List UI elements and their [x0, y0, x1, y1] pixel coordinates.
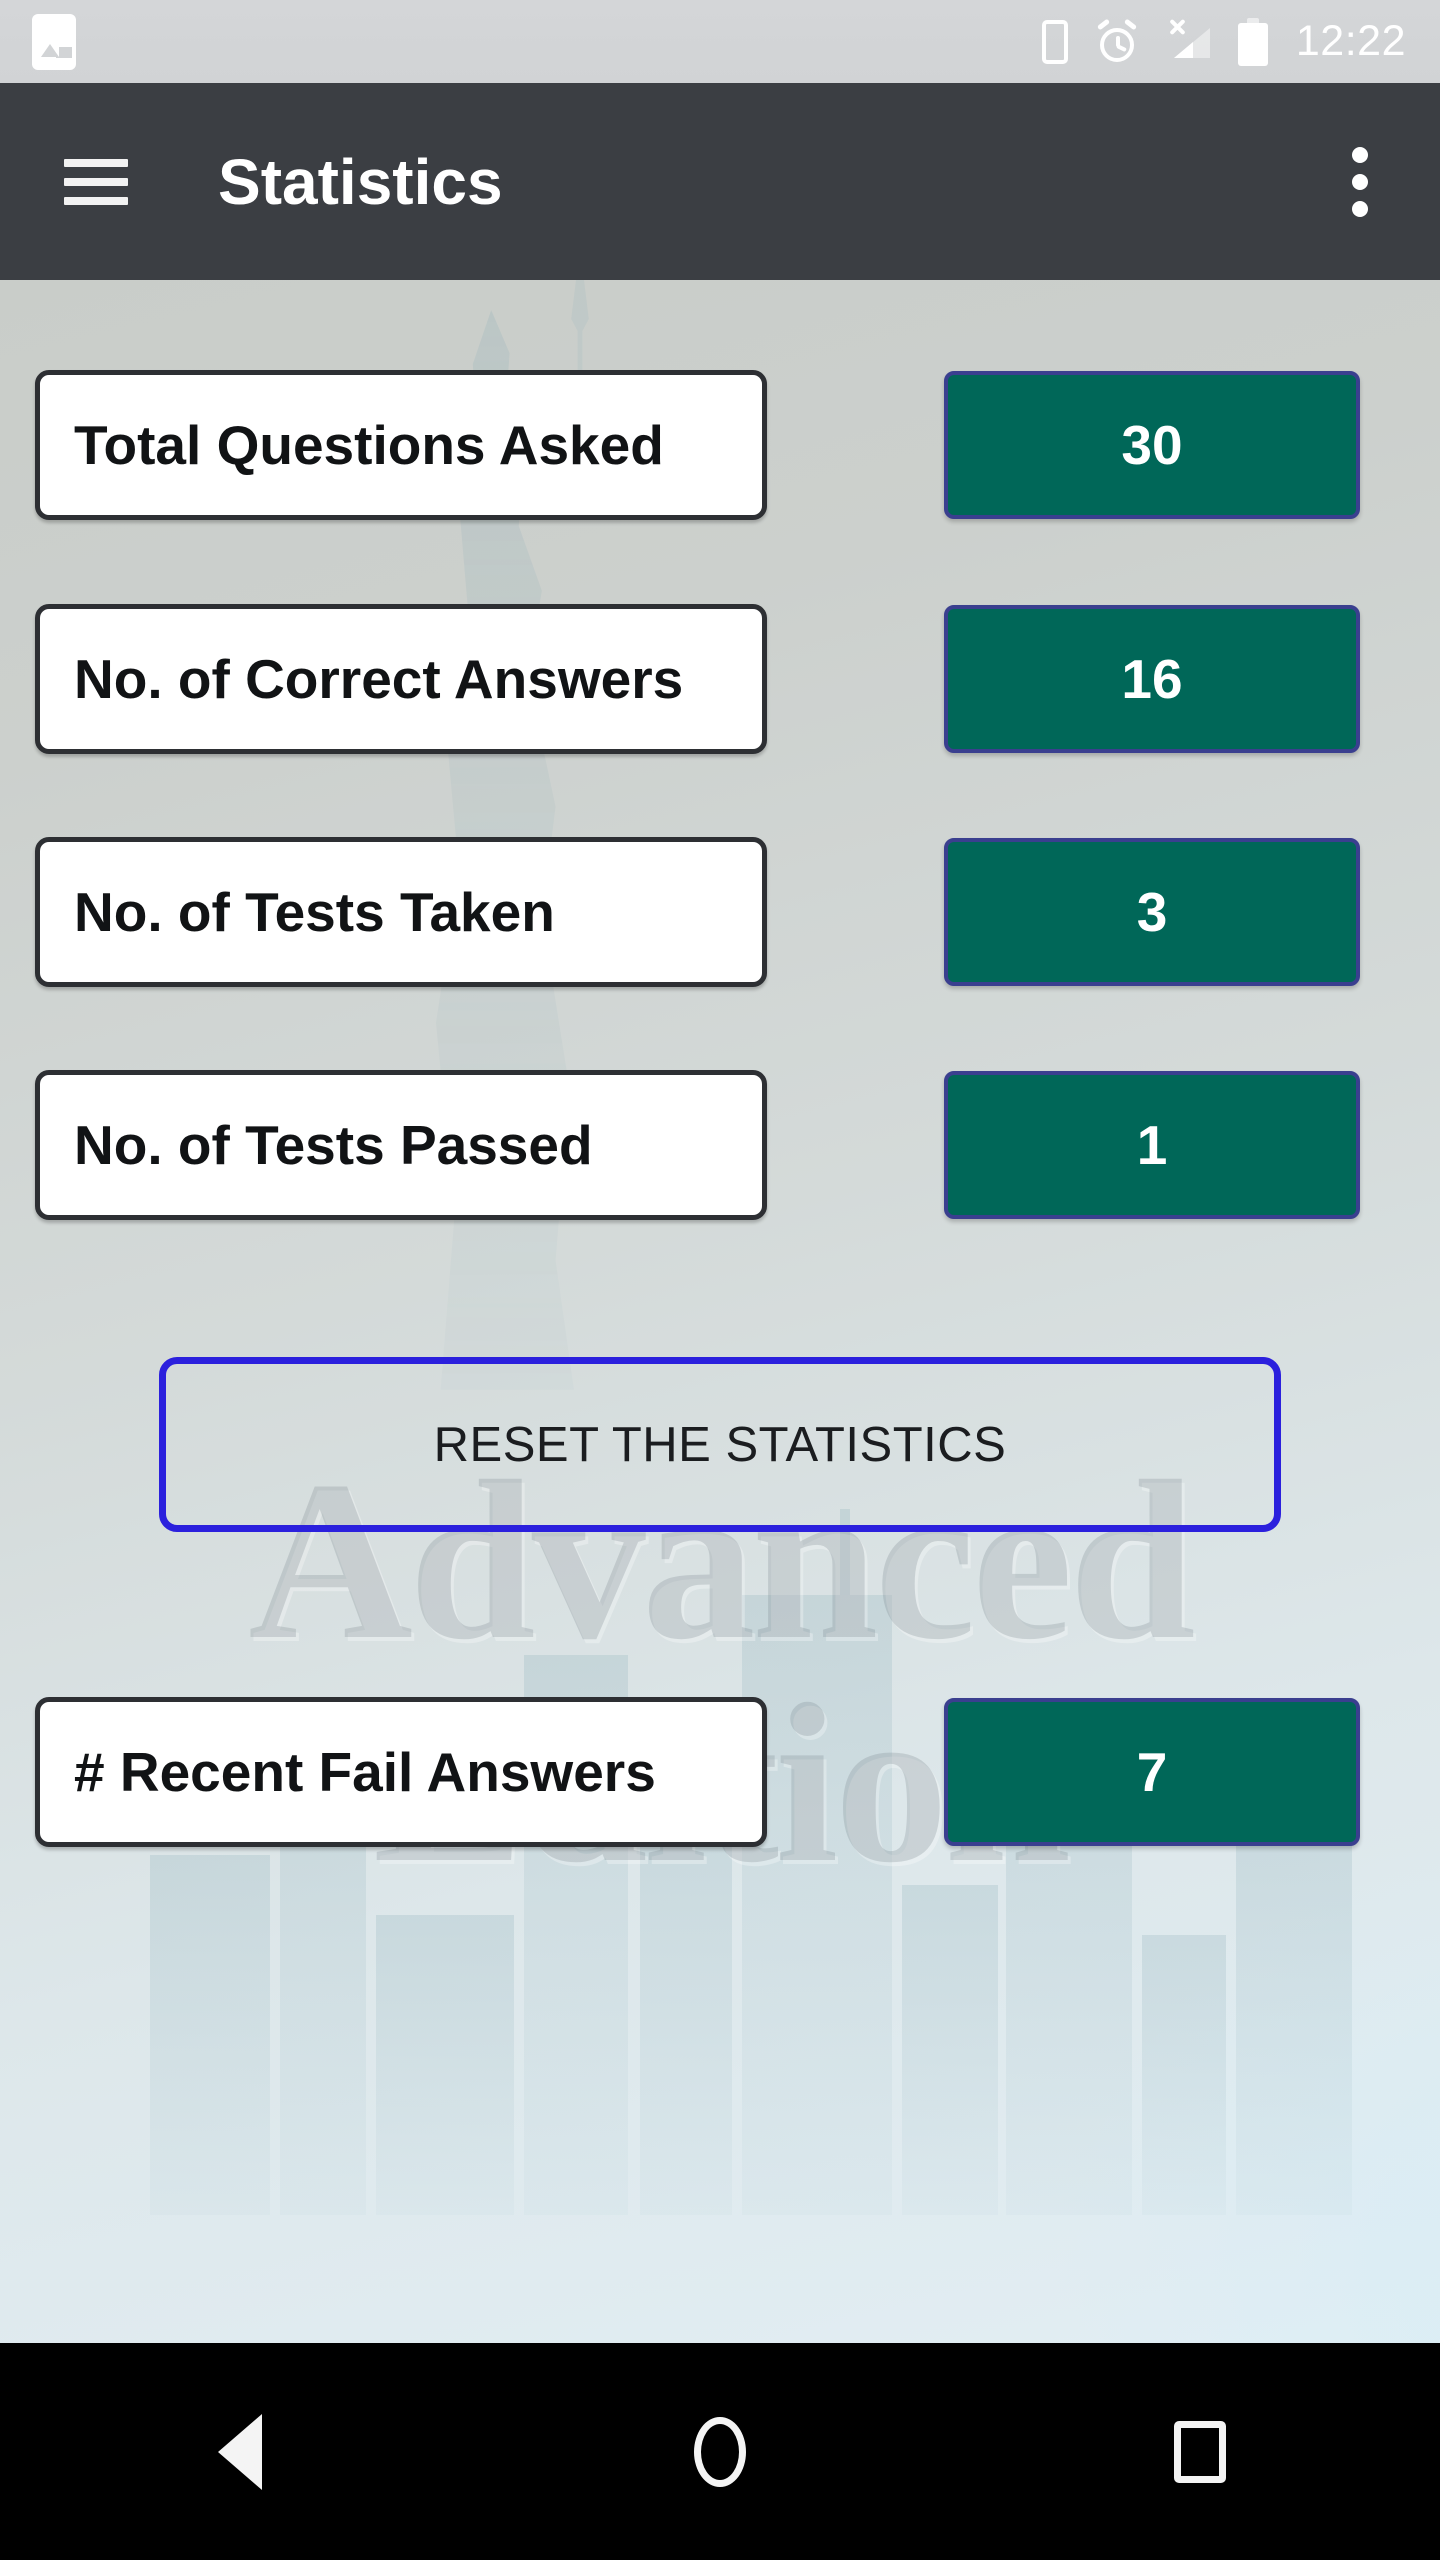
- stat-label-text: No. of Tests Taken: [74, 881, 555, 943]
- background-watermark-image: [0, 280, 1440, 2343]
- stat-label-text: # Recent Fail Answers: [74, 1741, 656, 1803]
- content-area: Advanced Edition Total Questions Asked 3…: [0, 280, 1440, 2343]
- nav-home-button[interactable]: [480, 2416, 960, 2487]
- phone-screen: 12:22 Statistics Advanced Edition: [0, 0, 1440, 2560]
- reset-button-container: RESET THE STATISTICS: [0, 1357, 1440, 1532]
- signal-no-sim-icon: [1166, 18, 1210, 64]
- back-triangle-icon: [218, 2413, 262, 2490]
- stat-value-tests-passed: 1: [944, 1071, 1360, 1219]
- stat-label-text: Total Questions Asked: [74, 414, 664, 476]
- table-row: # Recent Fail Answers 7: [0, 1697, 1440, 1847]
- stat-label-correct-answers: No. of Correct Answers: [35, 604, 767, 754]
- stat-label-text: No. of Correct Answers: [74, 648, 684, 710]
- stat-label-recent-fail-answers: # Recent Fail Answers: [35, 1697, 767, 1847]
- alarm-icon: [1096, 18, 1138, 63]
- status-bar-system-icons: 12:22: [1041, 17, 1440, 66]
- table-row: No. of Tests Taken 3: [0, 837, 1440, 987]
- overflow-menu-icon[interactable]: [1352, 146, 1368, 217]
- table-row: No. of Tests Passed 1: [0, 1070, 1440, 1220]
- stat-value-correct-answers: 16: [944, 605, 1360, 753]
- status-bar-clock: 12:22: [1295, 17, 1406, 65]
- stat-label-tests-taken: No. of Tests Taken: [35, 837, 767, 987]
- stat-value-total-questions-asked: 30: [944, 371, 1360, 519]
- table-row: Total Questions Asked 30: [0, 370, 1440, 520]
- battery-icon: [1237, 17, 1268, 66]
- recents-square-icon: [1174, 2420, 1226, 2483]
- nav-back-button[interactable]: [0, 2413, 480, 2490]
- home-circle-icon: [694, 2416, 746, 2487]
- image-thumbnail-icon: [32, 13, 76, 70]
- hamburger-menu-icon[interactable]: [64, 158, 128, 205]
- page-title: Statistics: [218, 145, 503, 218]
- stat-value-tests-taken: 3: [944, 838, 1360, 986]
- stat-value-text: 30: [1121, 414, 1183, 476]
- status-bar: 12:22: [0, 0, 1440, 83]
- android-navigation-bar: [0, 2343, 1440, 2560]
- nav-recents-button[interactable]: [960, 2420, 1440, 2483]
- stat-label-text: No. of Tests Passed: [74, 1114, 593, 1176]
- stat-value-text: 3: [1136, 881, 1168, 943]
- stat-value-recent-fail-answers: 7: [944, 1698, 1360, 1846]
- app-bar: Statistics: [0, 83, 1440, 280]
- table-row: No. of Correct Answers 16: [0, 604, 1440, 754]
- stat-label-tests-passed: No. of Tests Passed: [35, 1070, 767, 1220]
- reset-button-label: RESET THE STATISTICS: [433, 1417, 1007, 1472]
- reset-the-statistics-button[interactable]: RESET THE STATISTICS: [159, 1357, 1281, 1532]
- status-bar-notifications: [0, 13, 76, 70]
- vibrate-icon: [1041, 19, 1068, 64]
- stat-value-text: 7: [1136, 1741, 1168, 1803]
- stat-label-total-questions-asked: Total Questions Asked: [35, 370, 767, 520]
- stat-value-text: 1: [1136, 1114, 1168, 1176]
- stat-value-text: 16: [1121, 648, 1183, 710]
